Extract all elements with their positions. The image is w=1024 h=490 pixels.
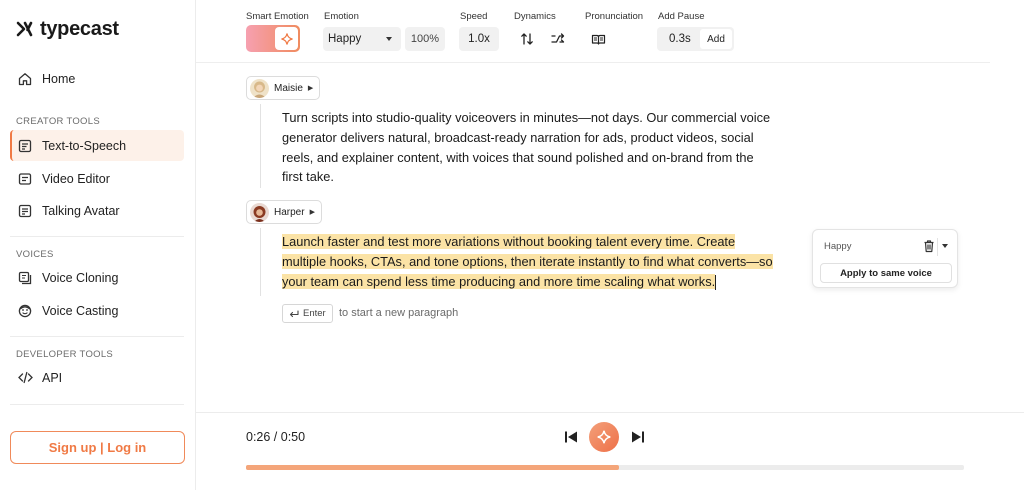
speaker-chip-harper[interactable]: Harper ▶ — [246, 200, 322, 224]
paragraph-guide — [260, 104, 261, 188]
apply-to-same-voice-button[interactable]: Apply to same voice — [820, 263, 952, 283]
sidebar-item-label: Home — [42, 71, 76, 86]
sidebar-item-label: Voice Casting — [42, 303, 119, 318]
sparkle-icon — [597, 430, 611, 444]
speed-input[interactable]: 1.0x — [459, 27, 499, 51]
smart-emotion-toggle[interactable] — [246, 25, 300, 52]
add-pause-label: Add Pause — [658, 11, 705, 22]
speaker-name: Maisie — [274, 82, 303, 94]
play-button[interactable] — [589, 422, 619, 452]
typecast-logo-icon — [16, 21, 33, 37]
signup-login-button[interactable]: Sign up | Log in — [10, 431, 185, 464]
pause-duration-value[interactable]: 0.3s — [669, 33, 691, 45]
dynamics-up-down-icon[interactable] — [518, 30, 536, 48]
chevron-down-icon[interactable] — [942, 244, 948, 248]
pronunciation-label: Pronunciation — [585, 11, 644, 22]
highlighted-text-line: multiple hooks, CTAs, and tone options, … — [282, 253, 773, 269]
selection-emotion-value[interactable]: Happy — [824, 241, 851, 252]
paragraph-text[interactable]: Turn scripts into studio-quality voiceov… — [282, 108, 792, 187]
sparkle-icon — [275, 27, 298, 50]
panel-separator — [937, 238, 938, 256]
skip-next-icon[interactable] — [630, 430, 646, 444]
home-icon — [17, 71, 33, 87]
logo[interactable]: typecast — [16, 18, 119, 40]
enter-key-label: Enter — [303, 308, 326, 319]
add-pause-button[interactable]: Add — [700, 29, 732, 49]
sidebar-divider — [10, 236, 184, 237]
avatar — [250, 78, 269, 98]
voice-cloning-icon — [17, 270, 33, 286]
speed-label: Speed — [460, 11, 488, 22]
sidebar-item-video-editor[interactable]: Video Editor — [10, 163, 184, 194]
section-label-developer-tools: DEVELOPER TOOLS — [16, 349, 114, 360]
video-editor-icon — [17, 171, 33, 187]
voice-casting-icon — [17, 303, 33, 319]
trash-icon[interactable] — [922, 239, 936, 253]
new-paragraph-hint: to start a new paragraph — [339, 307, 459, 319]
text-to-speech-icon — [17, 138, 33, 154]
sidebar-item-label: Talking Avatar — [42, 203, 120, 218]
enter-icon — [289, 309, 299, 317]
sidebar-item-text-to-speech[interactable]: Text-to-Speech — [10, 130, 184, 161]
dynamics-shuffle-icon[interactable] — [549, 30, 567, 48]
playback-time: 0:26 / 0:50 — [246, 430, 306, 444]
sidebar: typecast Home CREATOR TOOLS Text-to-Spee… — [0, 0, 196, 490]
text-line: generator delivers natural, broadcast-re… — [282, 129, 754, 145]
sidebar-item-label: API — [42, 370, 63, 385]
sidebar-item-home[interactable]: Home — [10, 63, 184, 94]
code-icon — [17, 370, 33, 386]
text-cursor — [715, 274, 717, 290]
sidebar-item-voice-cloning[interactable]: Voice Cloning — [10, 262, 184, 293]
chevron-down-icon — [386, 37, 392, 41]
section-label-voices: VOICES — [16, 249, 54, 260]
highlighted-text-line: Launch faster and test more variations w… — [282, 234, 736, 249]
dynamics-label: Dynamics — [514, 11, 556, 22]
logo-text: typecast — [40, 17, 119, 40]
sidebar-item-label: Voice Cloning — [42, 270, 119, 285]
add-pause-control: 0.3s Add — [657, 27, 734, 51]
emotion-intensity-input[interactable]: 100% — [405, 27, 445, 51]
sidebar-item-voice-casting[interactable]: Voice Casting — [10, 295, 184, 326]
paragraph-text-selected[interactable]: Launch faster and test more variations w… — [282, 232, 792, 291]
chevron-right-icon: ▶ — [307, 85, 314, 92]
emotion-select[interactable]: Happy — [323, 27, 401, 51]
playback-progress-fill — [246, 465, 620, 470]
speaker-chip-maisie[interactable]: Maisie ▶ — [246, 76, 321, 100]
audio-player: 0:26 / 0:50 — [196, 412, 1024, 490]
paragraph-guide — [260, 228, 261, 296]
highlighted-text-line: your team can spend less time producing … — [282, 273, 716, 289]
avatar — [250, 202, 269, 222]
sidebar-divider — [10, 404, 184, 405]
speaker-name: Harper — [274, 206, 305, 218]
section-label-creator-tools: CREATOR TOOLS — [16, 116, 100, 127]
smart-emotion-label: Smart Emotion — [246, 11, 309, 22]
sidebar-divider — [10, 336, 184, 337]
skip-previous-icon[interactable] — [563, 430, 579, 444]
emotion-value: Happy — [328, 33, 362, 45]
selection-emotion-panel: Happy Apply to same voice — [812, 229, 958, 288]
text-line: first take. — [282, 169, 334, 185]
emotion-label: Emotion — [324, 11, 359, 22]
text-line: reels, and explainer content, with voice… — [282, 149, 754, 165]
talking-avatar-icon — [17, 203, 33, 219]
sidebar-item-api[interactable]: API — [10, 362, 184, 393]
playback-progress-bar[interactable] — [246, 465, 964, 470]
sidebar-item-talking-avatar[interactable]: Talking Avatar — [10, 195, 184, 226]
chevron-right-icon: ▶ — [309, 209, 315, 216]
enter-key-hint: Enter — [282, 304, 333, 323]
text-line: Turn scripts into studio-quality voiceov… — [282, 110, 771, 125]
sidebar-item-label: Video Editor — [42, 171, 110, 186]
pronunciation-book-icon[interactable] — [589, 30, 607, 48]
sidebar-item-label: Text-to-Speech — [42, 138, 127, 153]
toolbar-divider — [196, 62, 990, 63]
